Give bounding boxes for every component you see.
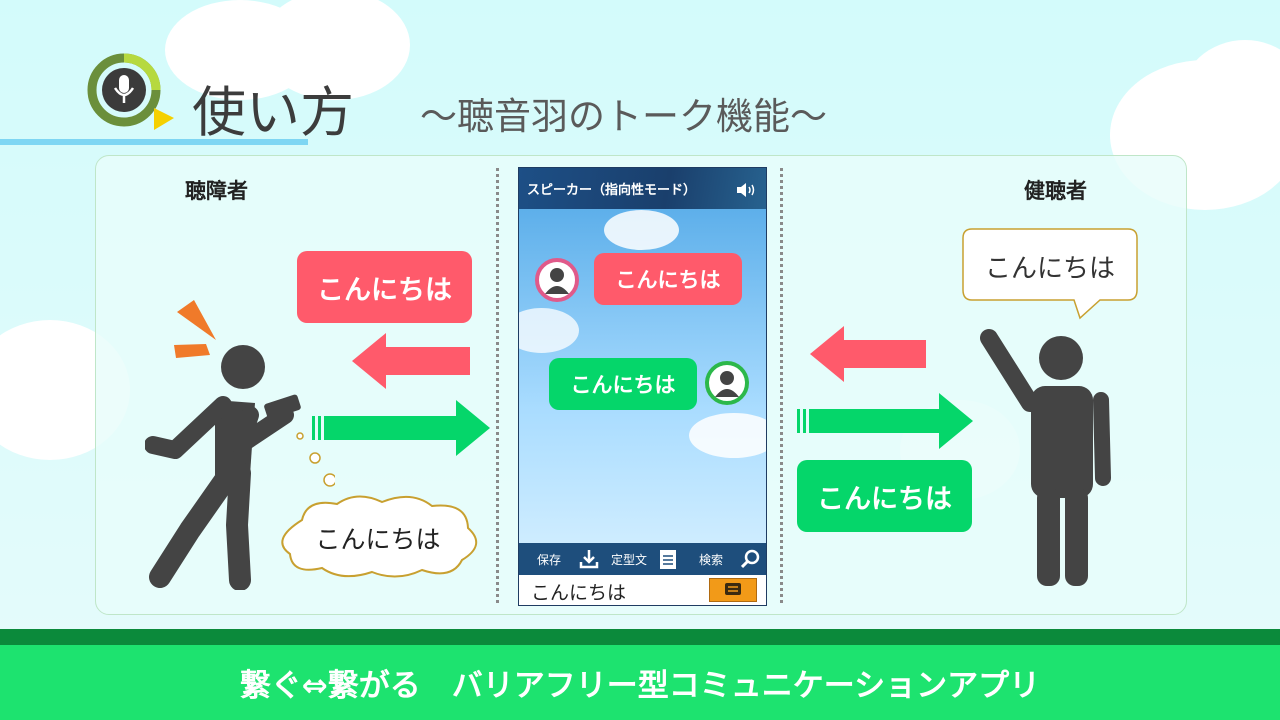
send-button[interactable] <box>709 578 757 602</box>
download-icon[interactable] <box>579 549 599 573</box>
search-icon[interactable] <box>740 549 761 573</box>
arrow-left-red-right <box>810 326 926 386</box>
thought-cloud: こんにちは <box>272 490 484 580</box>
page-title: 使い方 <box>192 81 354 144</box>
label-hearing-impaired: 聴障者 <box>185 179 248 203</box>
phone-toolbar: 保存 定型文 検索 <box>519 543 766 575</box>
message-input[interactable]: こんにちは <box>531 578 626 605</box>
notepad-icon[interactable] <box>659 548 677 574</box>
speech-bubble: こんにちは <box>962 228 1138 320</box>
speaker-icon[interactable] <box>737 182 759 201</box>
phone-screen: スピーカー（指向性モード） こんにちは こんにちは 保存 定型文 検索 こんにち… <box>518 167 767 606</box>
divider-left <box>496 168 499 603</box>
app-logo <box>84 50 174 135</box>
template-label[interactable]: 定型文 <box>611 551 647 568</box>
divider-right <box>780 168 783 603</box>
thought-text: こんにちは <box>315 525 441 554</box>
footer-tagline: 繋ぐ⇔繋がる バリアフリー型コミュニケーションアプリ <box>0 645 1280 720</box>
page-subtitle: 〜聴音羽のトーク機能〜 <box>420 95 827 138</box>
arrow-right-green-left <box>312 400 490 460</box>
phone-mode-title: スピーカー（指向性モード） <box>527 183 697 198</box>
title-underline <box>0 139 308 145</box>
sent-message-bubble: こんにちは <box>797 460 972 532</box>
phone-cloud-1 <box>604 210 679 250</box>
incoming-message: こんにちは <box>594 253 742 305</box>
speech-text: こんにちは <box>984 254 1115 284</box>
arrow-right-green-right <box>797 393 973 453</box>
thought-dots <box>295 430 337 494</box>
search-label[interactable]: 検索 <box>699 551 723 568</box>
phone-cloud-2 <box>519 308 579 353</box>
footer-stripe <box>0 629 1280 645</box>
received-message-bubble: こんにちは <box>297 251 472 323</box>
phone-cloud-3 <box>689 413 766 458</box>
message-input-bar: こんにちは <box>519 575 766 605</box>
outgoing-avatar <box>705 361 749 405</box>
chat-icon <box>725 583 741 595</box>
label-hearing-person: 健聴者 <box>1024 179 1087 203</box>
outgoing-message: こんにちは <box>549 358 697 410</box>
arrow-left-red <box>352 333 470 393</box>
save-label[interactable]: 保存 <box>537 551 561 568</box>
hearing-person-icon <box>975 328 1115 594</box>
phone-header: スピーカー（指向性モード） <box>519 168 766 209</box>
incoming-avatar <box>535 258 579 302</box>
